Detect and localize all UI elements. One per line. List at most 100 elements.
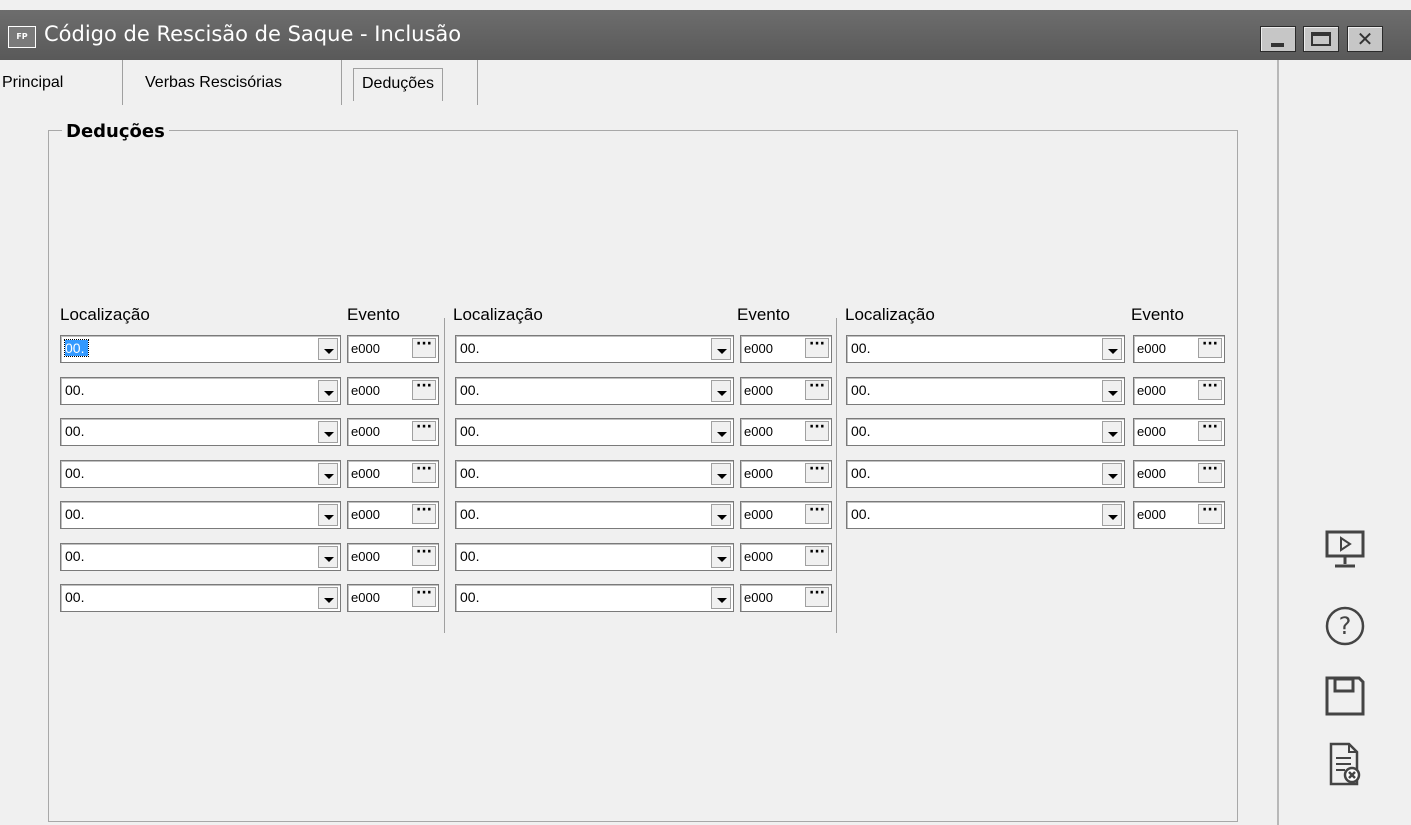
tab-deducoes[interactable]: Deduções <box>353 68 444 101</box>
column-divider <box>444 318 445 633</box>
evento-value: e000 <box>351 507 380 522</box>
localizacao-select[interactable]: 00. <box>846 501 1125 529</box>
evento-value: e000 <box>744 424 773 439</box>
ellipsis-button[interactable]: ··· <box>1198 462 1222 483</box>
ellipsis-button[interactable]: ··· <box>1198 420 1222 441</box>
chevron-down-icon[interactable] <box>318 546 338 568</box>
evento-field[interactable]: e000 ··· <box>347 335 439 363</box>
tab-verbas-rescisorias[interactable]: Verbas Rescisórias <box>145 68 282 98</box>
evento-field[interactable]: e000 ··· <box>740 377 832 405</box>
evento-field[interactable]: e000 ··· <box>347 460 439 488</box>
evento-field[interactable]: e000 ··· <box>740 584 832 612</box>
evento-field[interactable]: e000 ··· <box>347 501 439 529</box>
evento-value: e000 <box>1137 507 1166 522</box>
ellipsis-button[interactable]: ··· <box>412 420 436 441</box>
chevron-down-icon[interactable] <box>711 587 731 609</box>
ellipsis-button[interactable]: ··· <box>1198 503 1222 524</box>
tab-principal[interactable]: Principal <box>2 68 63 98</box>
evento-field[interactable]: e000 ··· <box>740 418 832 446</box>
ellipsis-button[interactable]: ··· <box>805 545 829 566</box>
evento-field[interactable]: e000 ··· <box>1133 418 1225 446</box>
localizacao-select[interactable]: 00. <box>455 418 734 446</box>
ellipsis-button[interactable]: ··· <box>412 379 436 400</box>
chevron-down-icon[interactable] <box>318 463 338 485</box>
evento-field[interactable]: e000 ··· <box>740 335 832 363</box>
chevron-down-icon[interactable] <box>318 587 338 609</box>
close-button[interactable]: ✕ <box>1347 26 1383 52</box>
tab-divider <box>477 60 478 105</box>
chevron-down-icon[interactable] <box>711 421 731 443</box>
localizacao-select[interactable]: 00. <box>846 335 1125 363</box>
localizacao-select[interactable]: 00. <box>846 460 1125 488</box>
localizacao-select[interactable]: 00. <box>455 501 734 529</box>
save-icon[interactable] <box>1321 672 1369 720</box>
cancel-document-icon[interactable] <box>1321 740 1369 788</box>
localizacao-select[interactable]: 00. <box>60 584 341 612</box>
evento-field[interactable]: e000 ··· <box>1133 335 1225 363</box>
evento-field[interactable]: e000 ··· <box>740 543 832 571</box>
chevron-down-icon[interactable] <box>711 463 731 485</box>
chevron-down-icon[interactable] <box>318 504 338 526</box>
chevron-down-icon[interactable] <box>318 380 338 402</box>
ellipsis-button[interactable]: ··· <box>412 545 436 566</box>
maximize-button[interactable] <box>1303 26 1339 52</box>
localizacao-select[interactable]: 00. <box>60 377 341 405</box>
localizacao-select[interactable]: 00. <box>60 543 341 571</box>
localizacao-select[interactable]: 00. <box>455 584 734 612</box>
chevron-down-icon[interactable] <box>318 338 338 360</box>
ellipsis-button[interactable]: ··· <box>1198 337 1222 358</box>
localizacao-value: 00. <box>851 423 871 439</box>
evento-field[interactable]: e000 ··· <box>740 501 832 529</box>
app-icon[interactable]: FP <box>8 26 36 48</box>
evento-value: e000 <box>1137 466 1166 481</box>
chevron-down-icon[interactable] <box>318 421 338 443</box>
localizacao-select[interactable]: 00. <box>60 335 341 363</box>
evento-field[interactable]: e000 ··· <box>347 543 439 571</box>
ellipsis-button[interactable]: ··· <box>805 337 829 358</box>
evento-field[interactable]: e000 ··· <box>1133 377 1225 405</box>
ellipsis-button[interactable]: ··· <box>412 503 436 524</box>
localizacao-value: 00. <box>63 339 90 357</box>
chevron-down-icon[interactable] <box>1102 421 1122 443</box>
localizacao-select[interactable]: 00. <box>455 460 734 488</box>
evento-field[interactable]: e000 ··· <box>347 418 439 446</box>
localizacao-select[interactable]: 00. <box>846 377 1125 405</box>
evento-value: e000 <box>351 424 380 439</box>
evento-field[interactable]: e000 ··· <box>347 377 439 405</box>
ellipsis-button[interactable]: ··· <box>805 586 829 607</box>
chevron-down-icon[interactable] <box>1102 463 1122 485</box>
ellipsis-button[interactable]: ··· <box>1198 379 1222 400</box>
localizacao-select[interactable]: 00. <box>846 418 1125 446</box>
localizacao-select[interactable]: 00. <box>60 418 341 446</box>
chevron-down-icon[interactable] <box>711 546 731 568</box>
ellipsis-button[interactable]: ··· <box>805 462 829 483</box>
svg-text:?: ? <box>1339 612 1352 640</box>
localizacao-select[interactable]: 00. <box>455 377 734 405</box>
ellipsis-button[interactable]: ··· <box>412 337 436 358</box>
chevron-down-icon[interactable] <box>1102 504 1122 526</box>
ellipsis-button[interactable]: ··· <box>805 379 829 400</box>
localizacao-select[interactable]: 00. <box>455 335 734 363</box>
evento-value: e000 <box>1137 424 1166 439</box>
ellipsis-button[interactable]: ··· <box>805 503 829 524</box>
ellipsis-button[interactable]: ··· <box>412 462 436 483</box>
chevron-down-icon[interactable] <box>1102 380 1122 402</box>
chevron-down-icon[interactable] <box>711 380 731 402</box>
chevron-down-icon[interactable] <box>711 504 731 526</box>
localizacao-select[interactable]: 00. <box>60 501 341 529</box>
localizacao-select[interactable]: 00. <box>455 543 734 571</box>
help-icon[interactable]: ? <box>1321 602 1369 650</box>
chevron-down-icon[interactable] <box>711 338 731 360</box>
localizacao-value: 00. <box>460 465 480 481</box>
presentation-icon[interactable] <box>1321 526 1369 574</box>
chevron-down-icon[interactable] <box>1102 338 1122 360</box>
localizacao-value: 00. <box>460 423 480 439</box>
minimize-button[interactable] <box>1260 26 1296 52</box>
evento-field[interactable]: e000 ··· <box>740 460 832 488</box>
ellipsis-button[interactable]: ··· <box>805 420 829 441</box>
localizacao-select[interactable]: 00. <box>60 460 341 488</box>
evento-field[interactable]: e000 ··· <box>1133 460 1225 488</box>
evento-field[interactable]: e000 ··· <box>347 584 439 612</box>
evento-field[interactable]: e000 ··· <box>1133 501 1225 529</box>
ellipsis-button[interactable]: ··· <box>412 586 436 607</box>
